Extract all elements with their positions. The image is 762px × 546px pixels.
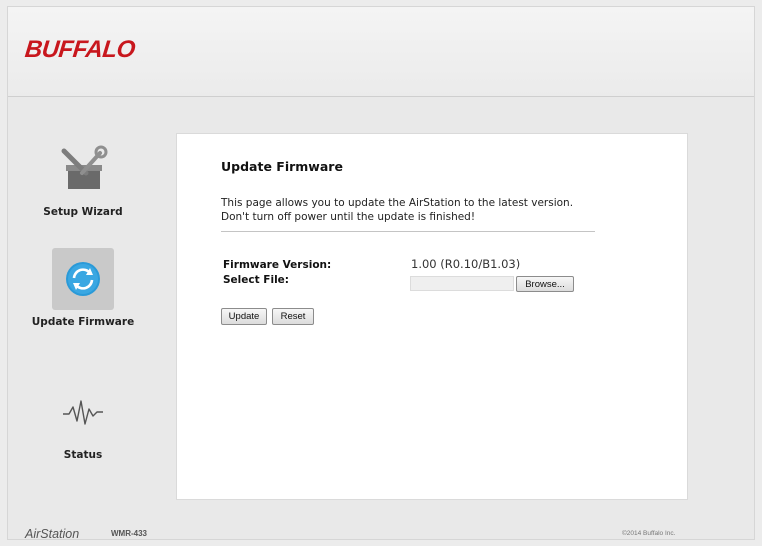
refresh-icon [66, 262, 100, 296]
buffalo-logo[interactable]: BUFFALO [24, 36, 137, 64]
sidebar: Setup Wizard Update Firmware Status [8, 98, 173, 518]
sidebar-item-update-firmware[interactable]: Update Firmware [8, 248, 158, 328]
footer-model: WMR-433 [111, 529, 148, 538]
main-panel: Update Firmware This page allows you to … [176, 133, 688, 500]
select-file-label: Select File: [223, 274, 289, 286]
pulse-icon [63, 400, 103, 425]
sidebar-item-setup-wizard[interactable]: Setup Wizard [8, 138, 158, 218]
footer-brand: AirStation [25, 527, 80, 541]
page-description: This page allows you to update the AirSt… [221, 197, 574, 223]
header: BUFFALO [8, 7, 754, 97]
update-button[interactable]: Update [221, 308, 267, 325]
refresh-icon-box [52, 248, 114, 310]
toolbox-icon [61, 145, 108, 189]
sidebar-item-label: Status [63, 449, 103, 461]
reset-button[interactable]: Reset [272, 308, 314, 325]
file-path-field[interactable] [410, 276, 514, 291]
footer-copyright: ©2014 Buffalo Inc. [622, 530, 676, 537]
browse-button[interactable]: Browse... [516, 276, 574, 292]
page-frame: BUFFALO Setup Wizard Update Firmware Sta… [7, 6, 755, 540]
page-title: Update Firmware [221, 159, 343, 174]
sidebar-item-label: Setup Wizard [43, 206, 123, 218]
toolbox-icon-box [52, 138, 114, 200]
firmware-version-label: Firmware Version: [223, 259, 332, 271]
pulse-icon-box [52, 381, 114, 443]
divider [221, 231, 595, 232]
firmware-version-value: 1.00 (R0.10/B1.03) [411, 257, 521, 271]
sidebar-item-status[interactable]: Status [8, 381, 158, 461]
sidebar-item-label: Update Firmware [31, 316, 135, 328]
